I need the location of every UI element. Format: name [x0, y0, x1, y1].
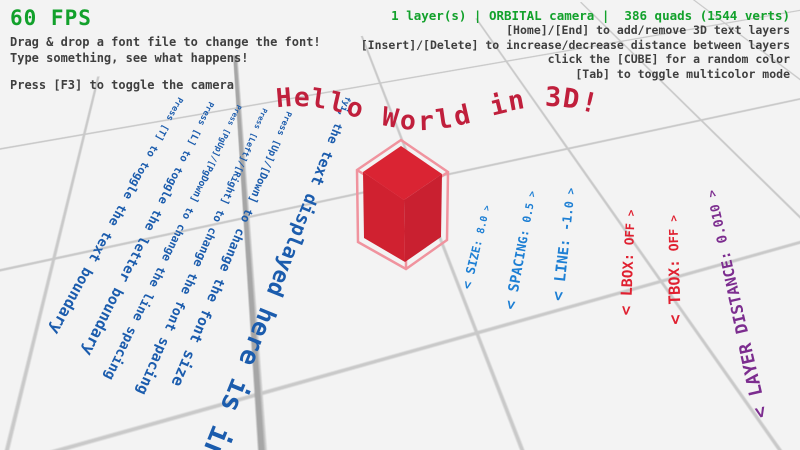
- label-lbox: < LBOX: OFF >: [618, 209, 639, 315]
- hint-add-remove-layers: [Home]/[End] to add/remove 3D text layer…: [361, 23, 790, 38]
- hint-type-something: Type something, see what happens!: [10, 51, 248, 65]
- hint-click-cube: click the [CUBE] for a random color: [361, 52, 790, 67]
- hint-drag-drop-font: Drag & drop a font file to change the fo…: [10, 35, 321, 49]
- hint-layer-distance-keys: [Insert]/[Delete] to increase/decrease d…: [361, 38, 790, 53]
- hint-multicolor-mode: [Tab] to toggle multicolor mode: [361, 67, 790, 82]
- font-3d-demo-window: Press [T] to toggle the text boundary Pr…: [0, 0, 800, 450]
- fps-counter: 60 FPS: [10, 6, 92, 30]
- hint-toggle-camera: Press [F3] to toggle the camera: [10, 78, 234, 92]
- status-bar: 1 layer(s) | ORBITAL camera | 386 quads …: [361, 8, 790, 81]
- hello-3d-text: Hello World in 3D!: [276, 94, 599, 125]
- render-status: 1 layer(s) | ORBITAL camera | 386 quads …: [361, 8, 790, 23]
- cube[interactable]: [346, 138, 452, 272]
